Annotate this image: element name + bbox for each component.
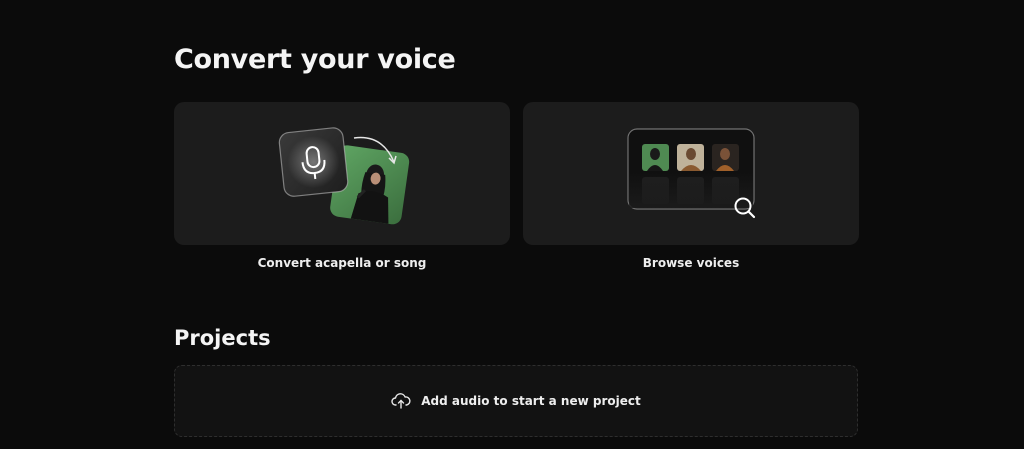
cloud-upload-icon	[391, 393, 411, 409]
browse-voices-label: Browse voices	[642, 256, 740, 270]
dropzone-label: Add audio to start a new project	[421, 394, 641, 408]
browse-voices-card[interactable]	[523, 102, 859, 245]
microphone-to-singer-icon	[278, 127, 410, 225]
projects-title: Projects	[174, 326, 271, 350]
voice-grid-search-icon	[627, 128, 756, 219]
page-title: Convert your voice	[174, 44, 456, 75]
convert-song-label: Convert acapella or song	[257, 256, 427, 270]
add-audio-dropzone[interactable]: Add audio to start a new project	[174, 365, 858, 437]
convert-song-card[interactable]	[174, 102, 510, 245]
